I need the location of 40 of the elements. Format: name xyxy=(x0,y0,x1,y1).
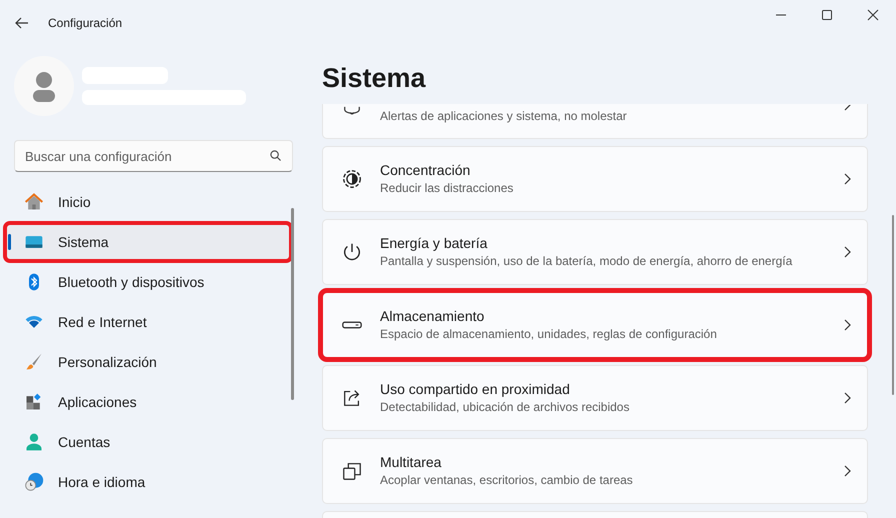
card-description: Reducir las distracciones xyxy=(380,180,514,197)
nav-item[interactable]: Cuentas xyxy=(6,424,290,460)
card-description: Espacio de almacenamiento, unidades, reglas de configuración xyxy=(380,326,718,343)
nav-item[interactable]: Inicio xyxy=(6,184,290,220)
settings-card[interactable]: Uso compartido en proximidad Detectabilidad, ubicación de archivos recibidos xyxy=(322,365,868,431)
settings-card[interactable]: Concentración Reducir las distracciones xyxy=(322,146,868,212)
card-description: Acoplar ventanas, escritorios, cambio de tareas xyxy=(380,472,634,489)
globe-clock-icon xyxy=(24,472,44,492)
person-icon xyxy=(24,432,44,452)
house-icon xyxy=(24,192,44,212)
avatar-icon xyxy=(14,56,74,116)
back-arrow-icon[interactable] xyxy=(15,17,29,29)
nav-item[interactable]: Bluetooth y dispositivos xyxy=(6,264,290,300)
scrollbar[interactable] xyxy=(291,208,294,400)
windows-icon xyxy=(341,460,363,482)
power-icon xyxy=(341,241,363,263)
settings-card[interactable]: Multitarea Acoplar ventanas, escritorios, cambio de tareas xyxy=(322,438,868,504)
page-title: Sistema xyxy=(322,62,427,95)
nav-item[interactable]: Sistema xyxy=(6,224,290,260)
window-title: Configuración xyxy=(48,15,122,32)
card-title: Energía y batería xyxy=(380,234,488,252)
scrollbar[interactable] xyxy=(892,215,894,395)
card-description: Alertas de aplicaciones y sistema, no molestar xyxy=(380,108,628,125)
card-title: Almacenamiento xyxy=(380,307,486,325)
card-title: Concentración xyxy=(380,161,472,179)
search-icon xyxy=(270,150,281,161)
search-field[interactable]: Buscar una configuración xyxy=(14,140,293,172)
card-title: Uso compartido en proximidad xyxy=(380,380,571,398)
nav-item[interactable]: Red e Internet xyxy=(6,304,290,340)
card-title: Multitarea xyxy=(380,453,442,471)
nav-item[interactable]: Personalización xyxy=(6,344,290,380)
card-description: Pantalla y suspensión, uso de la batería, modo de energía, ahorro de energía xyxy=(380,253,794,270)
brush-icon xyxy=(24,352,44,372)
nav-item[interactable]: Aplicaciones xyxy=(6,384,290,420)
settings-card[interactable]: Energía y batería Pantalla y suspensión, uso de la batería, modo de energía, ahorro de energía xyxy=(322,219,868,285)
card-description: Detectabilidad, ubicación de archivos recibidos xyxy=(380,399,630,416)
selection-indicator xyxy=(8,234,11,250)
focus-icon xyxy=(341,168,363,190)
nav-item[interactable]: Hora e idioma xyxy=(6,464,290,500)
settings-card[interactable]: Alertas de aplicaciones y sistema, no molestar xyxy=(322,104,868,139)
